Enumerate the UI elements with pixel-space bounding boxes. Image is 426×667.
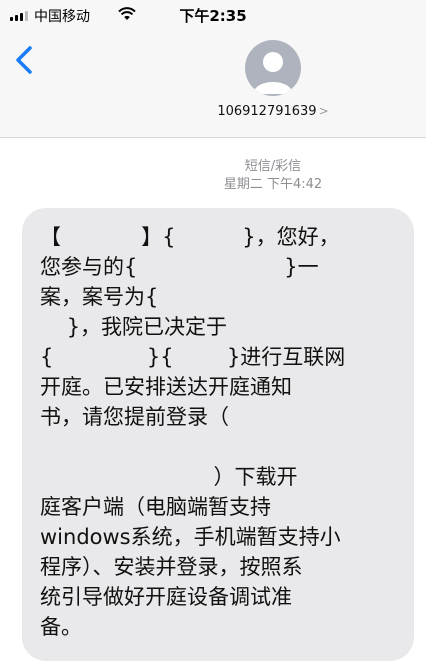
message-line: windows系统，手机端暂支持小 [40,525,341,549]
thread-meta: 短信/彩信 星期二 下午4:42 [0,158,426,194]
message-line: 案，案号为{ [40,285,159,309]
message-line: 备。 [40,615,82,639]
message-line: 您参与的{ }一 [40,255,319,279]
message-line: 程序）、安装并登录，按照系 [40,555,303,579]
message-line: 开庭。已安排送达开庭通知 [40,375,292,399]
contact-avatar[interactable] [245,40,301,96]
message-line: { }{ }进行互联网 [40,345,346,369]
message-line: }，我院已决定于 [40,315,228,339]
back-chevron-icon[interactable] [10,40,40,80]
person-silhouette-icon [253,52,293,94]
status-bar: 中国移动 下午2:35 [0,0,426,30]
contact-name-button[interactable]: 106912791639 > [0,104,426,119]
conversation-header: 中国移动 下午2:35 106912791639 > [0,0,426,138]
status-time: 下午2:35 [179,7,247,25]
message-line: 统引导做好开庭设备调试准 [40,585,292,609]
chevron-right-icon: > [318,104,329,118]
message-line: 【 】{ }，您好， [40,225,340,249]
message-line: 书，请您提前登录（ [40,405,229,429]
message-line: 庭客户端（电脑端暂支持 [40,495,271,519]
message-line: ）下载开 [40,465,298,489]
message-timestamp: 星期二 下午4:42 [223,177,323,192]
contact-number: 106912791639 [217,104,317,119]
service-label: 短信/彩信 [244,159,302,174]
message-line [40,432,400,462]
message-text: 【 】{ }，您好， 您参与的{ }一 案，案号为{ }，我院已决定于 { }{… [40,222,400,642]
